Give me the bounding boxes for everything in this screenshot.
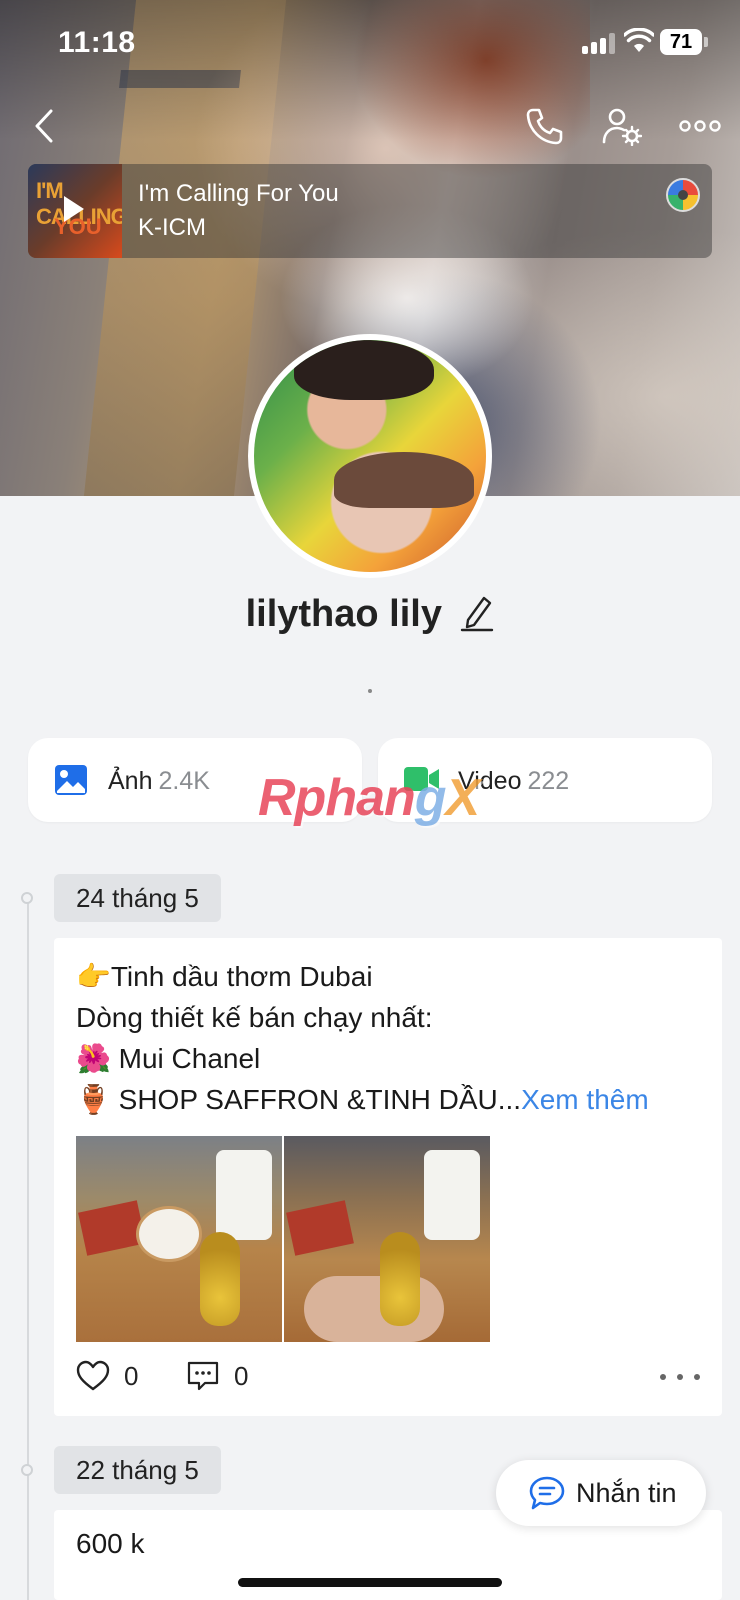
- like-count: 0: [124, 1360, 139, 1391]
- avatar-hair-shape: [294, 340, 434, 400]
- more-dot: [677, 1374, 683, 1380]
- timeline-post[interactable]: 👉Tinh dầu thơm Dubai Dòng thiết kế bán c…: [54, 938, 722, 1416]
- watermark-part3: X: [445, 769, 481, 827]
- post-actions: 0 0: [76, 1356, 700, 1396]
- cellular-signal-icon: [582, 32, 622, 54]
- pencil-icon: [461, 596, 494, 632]
- like-button[interactable]: 0: [76, 1356, 138, 1396]
- date-chip: 22 tháng 5: [54, 1446, 221, 1494]
- post-text: 👉Tinh dầu thơm Dubai Dòng thiết kế bán c…: [76, 956, 649, 1120]
- post-line-last: 🏺 SHOP SAFFRON &TINH DẦU...Xem thêm: [76, 1079, 649, 1120]
- timeline-dot: [21, 892, 33, 904]
- more-dot: [660, 1374, 666, 1380]
- post-image[interactable]: [284, 1136, 490, 1342]
- edit-name-button[interactable]: [460, 592, 494, 637]
- more-dot: [694, 1374, 700, 1380]
- avatar[interactable]: [248, 334, 492, 578]
- heart-icon: [76, 1360, 110, 1391]
- watermark-part1: Rphan: [258, 769, 416, 827]
- call-button[interactable]: [520, 102, 568, 150]
- watermark-logo: RphangX: [258, 768, 481, 828]
- message-button[interactable]: Nhắn tin: [496, 1460, 706, 1526]
- play-icon[interactable]: [64, 196, 84, 222]
- wifi-icon: [624, 28, 654, 52]
- photos-label-text: Ảnh: [108, 767, 153, 795]
- post-line: 🏺 SHOP SAFFRON &TINH DẦU...: [76, 1084, 522, 1115]
- image-icon: [55, 765, 87, 795]
- more-options-button[interactable]: [676, 108, 724, 144]
- chevron-left-icon: [35, 109, 53, 143]
- image-bottle-shape: [380, 1232, 420, 1326]
- profile-music-card[interactable]: I'M CALLING YOU I'm Calling For You K-IC…: [28, 164, 712, 258]
- timeline-line: [27, 898, 29, 1600]
- battery-level: 71: [660, 29, 702, 55]
- post-image[interactable]: [76, 1136, 282, 1342]
- battery-tip: [704, 37, 708, 47]
- more-horizontal-icon: [679, 120, 721, 132]
- post-line: Dòng thiết kế bán chạy nhất:: [76, 1002, 433, 1033]
- photos-label: Ảnh 2.4K: [108, 767, 210, 796]
- image-tube-shape: [424, 1150, 480, 1240]
- date-chip: 24 tháng 5: [54, 874, 221, 922]
- image-hand-shape: [304, 1276, 444, 1342]
- image-card-shape: [286, 1200, 354, 1256]
- music-disc-icon[interactable]: [666, 178, 700, 212]
- image-jar-shape: [136, 1206, 202, 1262]
- profile-name: lilythao lily: [245, 593, 442, 635]
- phone-icon: [526, 108, 563, 145]
- status-bar: 11:18 71: [0, 0, 740, 90]
- user-gear-icon: [602, 108, 642, 146]
- avatar-child-hair-shape: [334, 452, 474, 508]
- comment-count: 0: [234, 1360, 249, 1391]
- user-settings-button[interactable]: [598, 102, 646, 150]
- post-more-button[interactable]: [660, 1362, 700, 1392]
- profile-bio: [368, 689, 372, 693]
- photos-count: 2.4K: [158, 767, 210, 795]
- back-button[interactable]: [24, 104, 64, 148]
- see-more-link[interactable]: Xem thêm: [521, 1084, 649, 1115]
- post-line: 👉Tinh dầu thơm Dubai: [76, 961, 373, 992]
- status-time: 11:18: [58, 26, 136, 59]
- post-line: 🌺 Mui Chanel: [76, 1043, 261, 1074]
- song-title: I'm Calling For You: [138, 180, 339, 207]
- watermark-part2: g: [414, 769, 447, 827]
- album-thumbnail: I'M CALLING YOU: [28, 164, 122, 258]
- chat-bubble-icon: [529, 1476, 565, 1510]
- post-text: 600 k: [76, 1528, 145, 1559]
- message-button-label: Nhắn tin: [576, 1477, 677, 1508]
- image-tube-shape: [216, 1150, 272, 1240]
- timeline-dot: [21, 1464, 33, 1476]
- comment-button[interactable]: 0: [186, 1356, 248, 1396]
- image-bottle-shape: [200, 1232, 240, 1326]
- videos-count: 222: [527, 767, 570, 795]
- home-indicator[interactable]: [238, 1578, 502, 1587]
- comment-icon: [187, 1361, 219, 1391]
- song-artist: K-ICM: [138, 214, 206, 241]
- profile-name-row: lilythao lily: [0, 592, 740, 637]
